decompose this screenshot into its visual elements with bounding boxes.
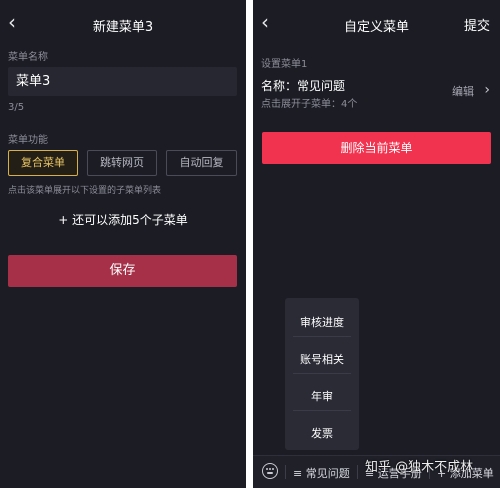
keyboard-icon[interactable]	[262, 463, 278, 479]
divider	[293, 336, 351, 337]
delete-menu-button[interactable]: 删除当前菜单	[262, 132, 491, 164]
divider	[357, 465, 358, 479]
menu-function-label: 菜单功能	[8, 135, 48, 146]
submenu-item[interactable]: 发票	[285, 425, 359, 441]
submenu-item[interactable]: 账号相关	[285, 351, 359, 367]
section-label: 设置菜单1	[261, 59, 308, 70]
submenu-item[interactable]: 年审	[285, 388, 359, 404]
left-screen: ‹ 新建菜单3 菜单名称 菜单3 3/5 菜单功能 复合菜单 跳转网页 自动回复…	[0, 0, 246, 488]
divider	[285, 465, 286, 479]
page-title: 自定义菜单	[343, 20, 409, 35]
bottom-menu-item-faq[interactable]: ≡ 常见问题	[293, 465, 350, 481]
menu-name[interactable]: 名称：常见问题	[261, 77, 345, 94]
submit-button[interactable]: 提交	[464, 15, 490, 34]
option-compound-menu[interactable]: 复合菜单	[8, 150, 78, 176]
divider	[293, 373, 351, 374]
function-hint: 点击该菜单展开以下设置的子菜单列表	[8, 186, 162, 196]
submenu-popup: 审核进度 账号相关 年审 发票	[285, 298, 359, 450]
submenu-item[interactable]: 审核进度	[285, 314, 359, 330]
watermark: 知乎 @独木不成林	[365, 460, 474, 475]
char-count: 3/5	[8, 102, 25, 113]
submenu-count: 点击展开子菜单：4个	[261, 99, 358, 110]
menu-name-label: 菜单名称	[8, 52, 48, 63]
add-submenu-button[interactable]: + 还可以添加5个子菜单	[0, 211, 246, 228]
back-chevron-left-icon[interactable]: ‹	[261, 12, 269, 32]
option-jump-webpage[interactable]: 跳转网页	[87, 150, 157, 176]
divider	[293, 410, 351, 411]
edit-link[interactable]: 编辑	[452, 83, 474, 99]
page-title: 新建菜单3	[92, 20, 154, 35]
menu-name-input[interactable]: 菜单3	[8, 67, 237, 96]
save-button[interactable]: 保存	[8, 255, 237, 287]
chevron-right-icon[interactable]: ›	[484, 82, 490, 98]
right-screen: ‹ 自定义菜单 提交 设置菜单1 名称：常见问题 点击展开子菜单：4个 编辑 ›…	[253, 0, 500, 488]
option-auto-reply[interactable]: 自动回复	[166, 150, 237, 176]
